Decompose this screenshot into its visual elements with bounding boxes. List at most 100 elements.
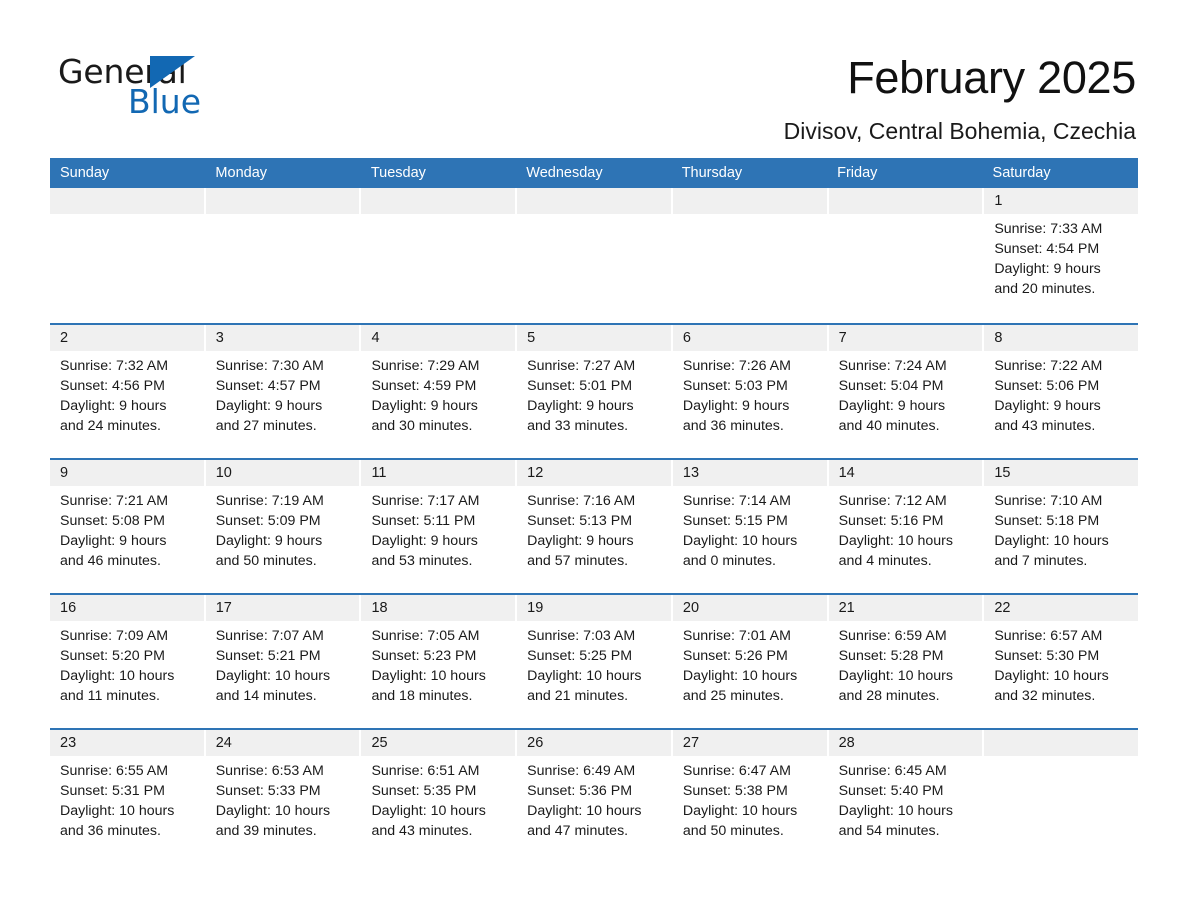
sunset-text: Sunset: 5:15 PM	[682, 513, 788, 529]
day-cell[interactable]: Sunrise: 7:29 AM Sunset: 4:59 PM Daylight:…	[361, 351, 515, 460]
day-number[interactable]: 21	[828, 595, 983, 621]
day-cell[interactable]: Sunrise: 7:10 AM Sunset: 5:18 PM Daylight:…	[984, 486, 1138, 595]
day-cell[interactable]: Sunrise: 6:49 AM Sunset: 5:36 PM Daylight:…	[517, 756, 671, 865]
sunrise-text: Sunrise: 7:14 AM	[682, 493, 791, 509]
day-number[interactable]: 13	[672, 460, 827, 486]
day-number[interactable]: 2	[50, 325, 204, 351]
sunrise-text: Sunrise: 6:57 AM	[994, 628, 1103, 644]
calendar-table: Sunday Monday Tuesday Wednesday Thursday Frid…	[50, 158, 1139, 865]
sunset-text: Sunset: 5:21 PM	[215, 648, 321, 664]
day-cell[interactable]: Sunrise: 7:09 AM Sunset: 5:20 PM Daylight:…	[50, 621, 204, 730]
day-cell[interactable]: Sunrise: 7:24 AM Sunset: 5:04 PM Daylight:…	[829, 351, 983, 460]
daylight-text: Daylight: 10 hours	[682, 668, 798, 684]
day-cell[interactable]: Sunrise: 6:55 AM Sunset: 5:31 PM Daylight:…	[50, 756, 204, 865]
daylight-text: Daylight: 10 hours	[838, 668, 953, 684]
day-number[interactable]: 5	[517, 325, 671, 351]
title-block: February 2025 Divisov, Central Bohemia, …	[436, 50, 1137, 146]
day-cell[interactable]: Sunrise: 7:22 AM Sunset: 5:06 PM Daylight:…	[984, 351, 1138, 460]
day-cell[interactable]: Sunrise: 7:17 AM Sunset: 5:11 PM Daylight:…	[361, 486, 515, 595]
day-cell[interactable]: Sunrise: 6:45 AM Sunset: 5:40 PM Daylight:…	[829, 756, 983, 865]
daylight-text: Daylight: 9 hours	[682, 398, 790, 414]
day-cell[interactable]: Sunrise: 6:47 AM Sunset: 5:38 PM Daylight:…	[673, 756, 827, 865]
sunset-text: Sunset: 5:13 PM	[527, 513, 633, 529]
daylight-text: and 0 minutes.	[682, 553, 776, 569]
day-number[interactable]: 18	[361, 595, 516, 621]
sunset-text: Sunset: 5:23 PM	[371, 648, 477, 664]
day-cell[interactable]: Sunrise: 6:59 AM Sunset: 5:28 PM Daylight:…	[829, 621, 983, 730]
day-cell[interactable]: Sunrise: 6:57 AM Sunset: 5:30 PM Daylight:…	[984, 621, 1138, 730]
day-cell[interactable]: Sunrise: 7:12 AM Sunset: 5:16 PM Daylight:…	[829, 486, 983, 595]
day-number[interactable]: 17	[205, 595, 360, 621]
weekday-header-monday: Monday	[215, 165, 268, 181]
day-number[interactable]: 28	[828, 730, 983, 756]
sunset-text: Sunset: 5:11 PM	[371, 513, 476, 529]
sunrise-text: Sunrise: 7:10 AM	[994, 493, 1103, 509]
daylight-text: and 50 minutes.	[215, 553, 317, 569]
day-number[interactable]: 7	[828, 325, 983, 351]
day-number[interactable]: 10	[205, 460, 360, 486]
day-number[interactable]: 9	[50, 460, 204, 486]
sunset-text: Sunset: 4:59 PM	[371, 378, 477, 394]
day-number[interactable]: 24	[205, 730, 360, 756]
daylight-text: Daylight: 9 hours	[994, 261, 1101, 277]
day-number[interactable]: 4	[361, 325, 516, 351]
day-number[interactable]: 20	[672, 595, 827, 621]
day-number[interactable]: 1	[984, 188, 1139, 214]
daylight-text: Daylight: 9 hours	[371, 533, 478, 549]
day-number[interactable]: 26	[517, 730, 671, 756]
daylight-text: and 39 minutes.	[215, 823, 317, 839]
sunrise-text: Sunrise: 6:55 AM	[60, 763, 169, 779]
daylight-text: and 18 minutes.	[371, 688, 473, 704]
day-cell[interactable]: Sunrise: 7:19 AM Sunset: 5:09 PM Daylight:…	[206, 486, 360, 595]
day-cell-empty	[673, 214, 827, 323]
day-cell[interactable]: Sunrise: 7:01 AM Sunset: 5:26 PM Daylight:…	[673, 621, 827, 730]
daylight-text: Daylight: 10 hours	[994, 533, 1109, 549]
day-cell[interactable]: Sunrise: 7:14 AM Sunset: 5:15 PM Daylight:…	[673, 486, 827, 595]
day-cell[interactable]: Sunrise: 7:32 AM Sunset: 4:56 PM Daylight:…	[50, 351, 204, 460]
day-cell[interactable]: Sunrise: 7:30 AM Sunset: 4:57 PM Daylight:…	[206, 351, 360, 460]
daylight-text: and 28 minutes.	[838, 688, 940, 704]
day-cell-empty	[206, 214, 360, 323]
day-cell[interactable]: Sunrise: 7:33 AM Sunset: 4:54 PM Daylight:…	[984, 214, 1138, 323]
day-cell[interactable]: Sunrise: 6:51 AM Sunset: 5:35 PM Daylight:…	[361, 756, 515, 865]
day-number[interactable]: 22	[984, 595, 1139, 621]
daylight-text: and 11 minutes.	[60, 688, 160, 704]
day-number[interactable]: 3	[205, 325, 360, 351]
sunrise-text: Sunrise: 6:59 AM	[838, 628, 947, 644]
daylight-text: and 53 minutes.	[371, 553, 473, 569]
daylight-text: and 24 minutes.	[60, 418, 161, 434]
day-number-empty	[828, 188, 983, 214]
day-cell[interactable]: Sunrise: 7:07 AM Sunset: 5:21 PM Daylight:…	[206, 621, 360, 730]
day-cell[interactable]: Sunrise: 7:27 AM Sunset: 5:01 PM Daylight:…	[517, 351, 671, 460]
day-number[interactable]: 27	[672, 730, 827, 756]
day-cell[interactable]: Sunrise: 7:16 AM Sunset: 5:13 PM Daylight:…	[517, 486, 671, 595]
sunset-text: Sunset: 5:30 PM	[994, 648, 1100, 664]
weekday-header-sunday: Sunday	[60, 165, 110, 181]
day-number-empty	[50, 188, 204, 214]
day-number[interactable]: 25	[361, 730, 516, 756]
day-cell[interactable]: Sunrise: 7:05 AM Sunset: 5:23 PM Daylight:…	[361, 621, 515, 730]
day-number[interactable]: 6	[672, 325, 827, 351]
day-number[interactable]: 23	[50, 730, 204, 756]
weekday-header-saturday: Saturday	[992, 165, 1051, 181]
day-cell[interactable]: Sunrise: 7:21 AM Sunset: 5:08 PM Daylight:…	[50, 486, 204, 595]
page-title: February 2025	[847, 52, 1136, 103]
day-number[interactable]: 8	[984, 325, 1139, 351]
day-cell-empty	[984, 756, 1138, 865]
day-number[interactable]: 15	[984, 460, 1139, 486]
weekday-header-friday: Friday	[837, 165, 878, 181]
day-cell[interactable]: Sunrise: 6:53 AM Sunset: 5:33 PM Daylight:…	[206, 756, 360, 865]
sunset-text: Sunset: 5:25 PM	[527, 648, 633, 664]
sunset-text: Sunset: 5:40 PM	[838, 783, 944, 799]
day-number[interactable]: 19	[517, 595, 671, 621]
day-number[interactable]: 11	[361, 460, 516, 486]
daylight-text: Daylight: 9 hours	[527, 398, 634, 414]
day-number[interactable]: 16	[50, 595, 204, 621]
day-cell[interactable]: Sunrise: 7:26 AM Sunset: 5:03 PM Daylight:…	[673, 351, 827, 460]
day-number[interactable]: 14	[828, 460, 983, 486]
day-number[interactable]: 12	[517, 460, 671, 486]
general-blue-logo: General Blue	[58, 52, 258, 124]
day-cell[interactable]: Sunrise: 7:03 AM Sunset: 5:25 PM Daylight:…	[517, 621, 671, 730]
daylight-text: and 30 minutes.	[371, 418, 473, 434]
sunset-text: Sunset: 5:35 PM	[371, 783, 477, 799]
